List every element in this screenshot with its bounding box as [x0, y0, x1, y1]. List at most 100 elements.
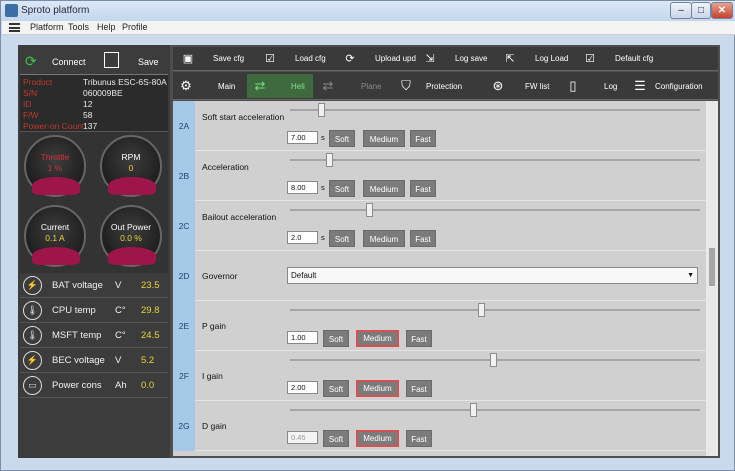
slider-knob[interactable] [470, 403, 477, 417]
param-row: 2D Governor Default ▼ [173, 251, 706, 301]
scroll-thumb[interactable] [709, 248, 715, 286]
tab-log[interactable]: ▯ Log [562, 74, 622, 98]
param-slider[interactable] [290, 203, 700, 217]
param-row: 2A Soft start acceleration 7.00 s Soft M… [173, 101, 706, 151]
medium-button[interactable]: Medium [363, 180, 405, 197]
tab-configuration[interactable]: ☰ Configuration [629, 74, 717, 98]
tab-protection[interactable]: ⛉ Protection [395, 74, 485, 98]
menu-help[interactable]: Help [97, 22, 116, 32]
param-slider[interactable] [290, 103, 700, 117]
slider-knob[interactable] [478, 303, 485, 317]
param-value-input[interactable]: 1.00 [287, 331, 318, 344]
soft-button[interactable]: Soft [323, 430, 349, 447]
tab-main[interactable]: ⚙ Main [175, 74, 241, 98]
medium-button[interactable]: Medium [356, 330, 399, 347]
param-slider[interactable] [290, 403, 700, 417]
stat-bat-voltage: ⚡ BAT voltage V 23.5 [20, 273, 168, 298]
param-row: 2B Acceleration 8.00 s Soft Medium Fast [173, 151, 706, 201]
battery-log-icon: ▯ [569, 78, 577, 93]
throttle-gauge: Throttle 1 % [24, 135, 86, 197]
slider-knob[interactable] [366, 203, 373, 217]
fast-button[interactable]: Fast [406, 380, 432, 397]
soft-button[interactable]: Soft [323, 380, 349, 397]
soft-button[interactable]: Soft [329, 230, 355, 247]
slider-knob[interactable] [490, 353, 497, 367]
load-cfg-button[interactable]: ☑ Load cfg [263, 47, 338, 71]
param-value-input[interactable]: 0.45 [287, 431, 318, 444]
parameter-list: 2A Soft start acceleration 7.00 s Soft M… [173, 101, 706, 456]
param-row: 2E P gain 1.00 Soft Medium Fast [173, 301, 706, 351]
param-value-input[interactable]: 8.00 [287, 181, 318, 194]
medium-button[interactable]: Medium [363, 230, 405, 247]
minimize-button[interactable]: – [670, 2, 692, 19]
upload-upd-button[interactable]: ⟳ Upload upd [343, 47, 418, 71]
param-row: 2G D gain 0.45 Soft Medium Fast [173, 401, 706, 451]
param-value-input[interactable]: 2.0 [287, 231, 318, 244]
connect-button[interactable]: Connect [52, 57, 86, 67]
refresh-icon: ⟳ [345, 53, 355, 65]
stat-cpu-temp: 🌡 CPU temp C° 29.8 [20, 298, 168, 323]
vertical-scrollbar[interactable] [706, 101, 718, 456]
log-load-icon: ⇱ [505, 53, 515, 65]
power-icon: ▭ [23, 376, 42, 395]
save-cfg-button[interactable]: ▣ Save cfg [181, 47, 256, 71]
stat-power-cons: ▭ Power cons Ah 0.0 [20, 373, 168, 398]
hamburger-menu-icon[interactable] [9, 23, 20, 32]
connection-bar: ⟳ Connect Save [20, 47, 168, 75]
slider-knob[interactable] [318, 103, 325, 117]
medium-button[interactable]: Medium [363, 130, 405, 147]
fast-button[interactable]: Fast [406, 430, 432, 447]
out-power-gauge: Out Power 0.0 % [100, 205, 162, 267]
soft-button[interactable]: Soft [323, 330, 349, 347]
left-panel: ⟳ Connect Save Product Tribunus ESC-6S-80… [18, 45, 170, 458]
log-save-icon: ⇲ [425, 53, 435, 65]
connect-icon[interactable]: ⟳ [25, 53, 37, 70]
menu-tools[interactable]: Tools [68, 22, 89, 32]
gauge-panel: Throttle 1 % RPM 0 Current 0.1 A Out Pow… [20, 131, 168, 273]
battery-icon: ⚡ [23, 276, 42, 295]
medium-button[interactable]: Medium [356, 380, 399, 397]
param-value-input[interactable]: 7.00 [287, 131, 318, 144]
param-slider[interactable] [290, 153, 700, 167]
save-disk-icon: ▣ [182, 53, 194, 65]
telemetry-stats: ⚡ BAT voltage V 23.5 🌡 CPU temp C° 29.8 🌡 MSFT … [20, 273, 168, 455]
param-row: 2C Bailout acceleration 2.0 s Soft Mediu… [173, 201, 706, 251]
log-save-button[interactable]: ⇲ Log save [423, 47, 498, 71]
app-window: Sproto platform – □ ✕ Platform Tools Hel… [0, 0, 735, 471]
gear-icon: ⚙ [180, 78, 192, 93]
save-button[interactable]: Save [138, 57, 159, 67]
param-slider[interactable] [290, 353, 700, 367]
menu-profile[interactable]: Profile [122, 22, 148, 32]
governor-select[interactable]: Default ▼ [287, 267, 698, 284]
cpu-temp-icon: 🌡 [23, 301, 42, 320]
slider-knob[interactable] [326, 153, 333, 167]
menu-platform[interactable]: Platform [30, 22, 64, 32]
param-slider[interactable] [290, 303, 700, 317]
close-button[interactable]: ✕ [711, 2, 733, 19]
soft-button[interactable]: Soft [329, 180, 355, 197]
app-icon [5, 4, 18, 17]
fast-button[interactable]: Fast [410, 130, 436, 147]
tab-heli[interactable]: ⇄ Heli [247, 74, 313, 98]
menu-bar: Platform Tools Help Profile [2, 21, 735, 35]
save-user-icon[interactable] [104, 52, 119, 68]
rpm-gauge: RPM 0 [100, 135, 162, 197]
tab-plane[interactable]: ⇄ Plane [317, 74, 383, 98]
sliders-icon: ☰ [634, 78, 646, 93]
default-cfg-button[interactable]: ☑ Default cfg [583, 47, 673, 71]
fast-button[interactable]: Fast [410, 230, 436, 247]
title-bar: Sproto platform – □ ✕ [1, 1, 735, 21]
device-info: Product Tribunus ESC-6S-80A S/N 060009BE I… [20, 75, 168, 131]
heli-icon: ⇄ [254, 78, 266, 93]
medium-button[interactable]: Medium [356, 430, 399, 447]
fast-button[interactable]: Fast [406, 330, 432, 347]
soft-button[interactable]: Soft [329, 130, 355, 147]
mosfet-temp-icon: 🌡 [23, 326, 42, 345]
maximize-button[interactable]: □ [691, 2, 711, 19]
param-value-input[interactable]: 2.00 [287, 381, 318, 394]
tab-fw-list[interactable]: ⊛ FW list [487, 74, 557, 98]
checklist-icon: ☑ [265, 53, 275, 65]
log-load-button[interactable]: ⇱ Log Load [503, 47, 583, 71]
param-row: 2F I gain 2.00 Soft Medium Fast [173, 351, 706, 401]
fast-button[interactable]: Fast [410, 180, 436, 197]
